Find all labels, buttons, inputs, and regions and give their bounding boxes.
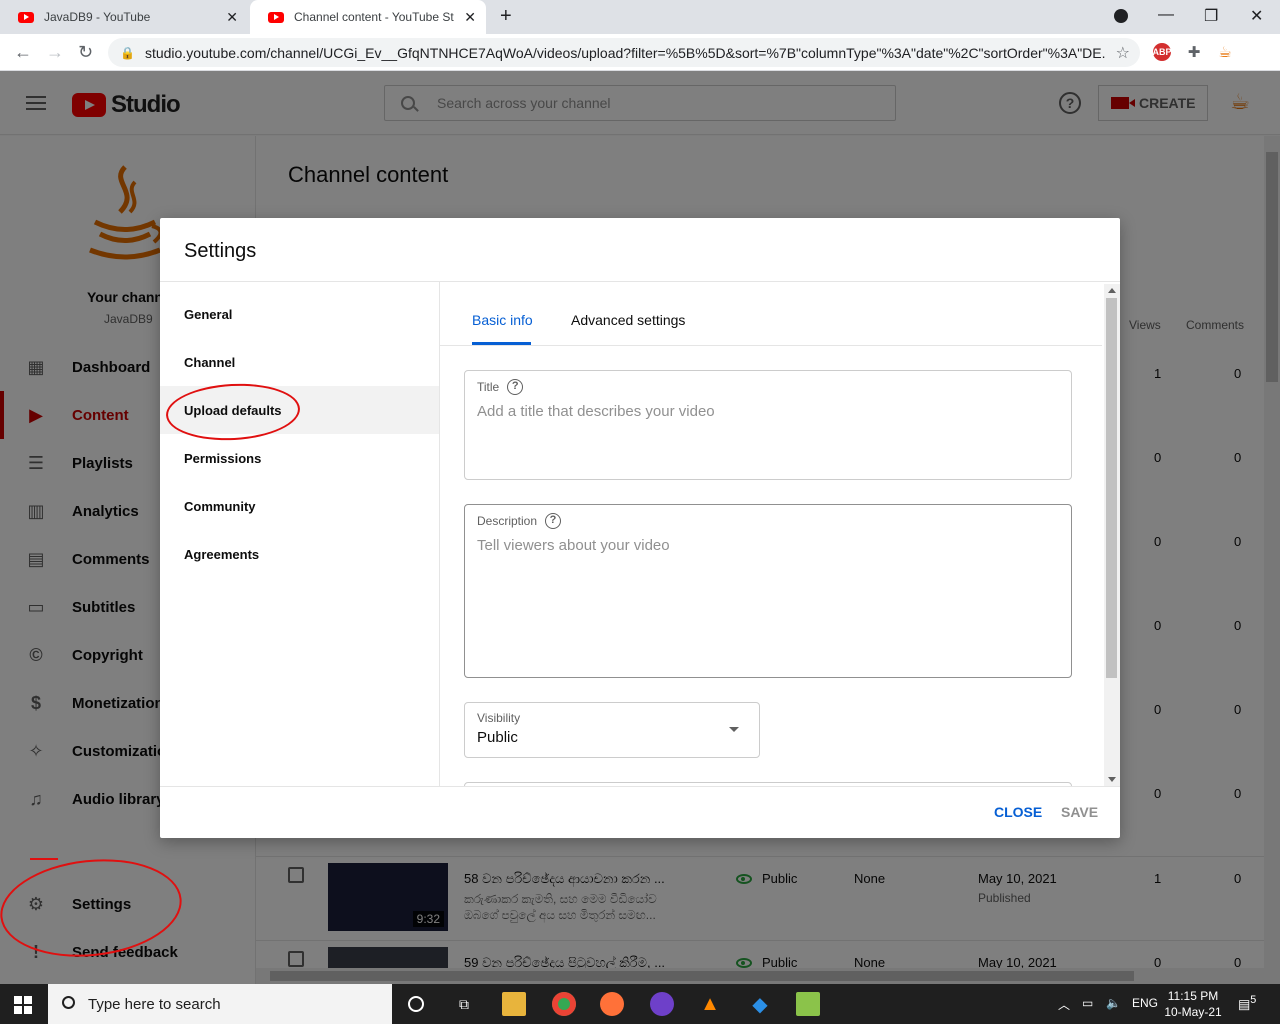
- github-desktop-icon[interactable]: [650, 992, 674, 1016]
- youtube-favicon-icon: [18, 11, 34, 23]
- back-icon[interactable]: ←: [14, 42, 32, 63]
- tab-advanced-settings[interactable]: Advanced settings: [571, 312, 685, 328]
- taskbar-search-input[interactable]: Type here to search: [48, 984, 392, 1024]
- visibility-label: Visibility: [477, 711, 521, 725]
- title-field[interactable]: Title ? Add a title that describes your …: [464, 370, 1072, 480]
- forward-icon[interactable]: →: [46, 42, 64, 63]
- title-placeholder: Add a title that describes your video: [477, 403, 715, 420]
- dialog-title: Settings: [184, 240, 257, 262]
- taskbar-search-placeholder: Type here to search: [88, 995, 221, 1013]
- scrollbar-thumb[interactable]: [1106, 298, 1117, 678]
- visibility-select[interactable]: Visibility Public: [464, 702, 760, 758]
- panel-scrollbar[interactable]: [1104, 284, 1120, 786]
- tab-title: JavaDB9 - YouTube: [44, 10, 151, 24]
- taskbar-clock[interactable]: 11:15 PM 10-May-21: [1160, 988, 1226, 1020]
- browser-tab-strip: JavaDB9 - YouTube ✕ Channel content - Yo…: [0, 0, 1280, 34]
- visibility-value: Public: [477, 729, 518, 746]
- close-tab-icon[interactable]: ✕: [226, 9, 238, 26]
- dropdown-arrow-icon: [729, 727, 739, 732]
- settings-menu-channel[interactable]: Channel: [160, 338, 439, 386]
- field-label-text: Title: [477, 380, 500, 394]
- close-tab-icon[interactable]: ✕: [464, 9, 476, 26]
- firefox-icon[interactable]: [600, 992, 624, 1016]
- scroll-up-icon[interactable]: [1108, 288, 1116, 293]
- browser-tab-javadb9[interactable]: JavaDB9 - YouTube ✕: [0, 0, 248, 34]
- save-button[interactable]: SAVE: [1061, 804, 1098, 820]
- youtube-favicon-icon: [268, 11, 284, 23]
- vlc-icon[interactable]: ▲: [698, 992, 722, 1016]
- browser-tab-channel-content[interactable]: Channel content - YouTube Studio ✕: [250, 0, 486, 34]
- field-label-text: Description: [477, 514, 538, 528]
- clock-time: 11:15 PM: [1167, 989, 1219, 1003]
- notification-count: 5: [1250, 994, 1257, 1006]
- help-icon[interactable]: ?: [545, 513, 562, 529]
- minimize-icon[interactable]: —: [1158, 6, 1174, 24]
- lock-icon: 🔒: [120, 45, 135, 60]
- settings-menu-agreements[interactable]: Agreements: [160, 530, 439, 578]
- settings-panel: Basic info Advanced settings Title ? Add…: [440, 282, 1120, 786]
- file-explorer-icon[interactable]: [502, 992, 526, 1016]
- settings-menu: General Channel Upload defaults Permissi…: [160, 282, 440, 786]
- active-tab-indicator: [472, 342, 531, 345]
- volume-icon[interactable]: 🔈: [1106, 996, 1121, 1010]
- profile-dropdown-icon[interactable]: [1114, 9, 1128, 23]
- new-tab-icon[interactable]: +: [500, 5, 512, 28]
- java-profile-icon[interactable]: ☕: [1216, 43, 1234, 61]
- windows-taskbar: Type here to search ⧉ ▲ ◆ ︿ ▭ 🔈 ENG 11:1…: [0, 984, 1280, 1024]
- settings-menu-upload-defaults[interactable]: Upload defaults: [160, 386, 439, 434]
- annotation-stroke: [30, 858, 58, 860]
- adblock-extension-icon[interactable]: ABP: [1153, 43, 1172, 61]
- url-text: studio.youtube.com/channel/UCGi_Ev__GfqN…: [144, 44, 1105, 61]
- chrome-icon[interactable]: [552, 992, 576, 1016]
- cortana-icon[interactable]: [404, 992, 428, 1016]
- bookmark-star-icon[interactable]: ☆: [1116, 43, 1130, 63]
- task-view-icon[interactable]: ⧉: [452, 992, 476, 1016]
- vscode-icon[interactable]: ◆: [748, 992, 772, 1016]
- tray-chevron-icon[interactable]: ︿: [1058, 996, 1070, 1013]
- settings-menu-general[interactable]: General: [160, 290, 439, 338]
- notifications-icon[interactable]: ▤5: [1238, 994, 1256, 1012]
- windows-start-icon[interactable]: [14, 996, 32, 1014]
- help-icon[interactable]: ?: [507, 379, 524, 395]
- settings-tabs: Basic info Advanced settings: [440, 282, 1102, 346]
- extensions-puzzle-icon[interactable]: ✚: [1185, 43, 1203, 61]
- address-bar: ← → ↻ 🔒 studio.youtube.com/channel/UCGi_…: [0, 34, 1280, 71]
- description-field[interactable]: Description ? Tell viewers about your vi…: [464, 504, 1072, 678]
- clock-date: 10-May-21: [1164, 1005, 1222, 1019]
- window-close-icon[interactable]: ✕: [1250, 6, 1263, 26]
- settings-menu-permissions[interactable]: Permissions: [160, 434, 439, 482]
- restore-icon[interactable]: ❐: [1204, 6, 1218, 26]
- language-indicator[interactable]: ENG: [1132, 996, 1158, 1010]
- tab-title: Channel content - YouTube Studio: [294, 10, 454, 24]
- scroll-down-icon[interactable]: [1108, 777, 1116, 782]
- reload-icon[interactable]: ↻: [78, 42, 93, 63]
- search-icon: [62, 996, 75, 1009]
- notepad-plus-icon[interactable]: [796, 992, 820, 1016]
- description-field-label: Description ?: [477, 513, 562, 529]
- settings-dialog: Settings General Channel Upload defaults…: [160, 218, 1120, 838]
- settings-menu-community[interactable]: Community: [160, 482, 439, 530]
- network-icon[interactable]: ▭: [1082, 996, 1093, 1010]
- divider: [160, 786, 1120, 787]
- description-placeholder: Tell viewers about your video: [477, 537, 670, 554]
- title-field-label: Title ?: [477, 379, 524, 395]
- url-field[interactable]: 🔒 studio.youtube.com/channel/UCGi_Ev__Gf…: [108, 38, 1140, 67]
- close-button[interactable]: CLOSE: [994, 804, 1042, 820]
- tab-basic-info[interactable]: Basic info: [472, 312, 533, 328]
